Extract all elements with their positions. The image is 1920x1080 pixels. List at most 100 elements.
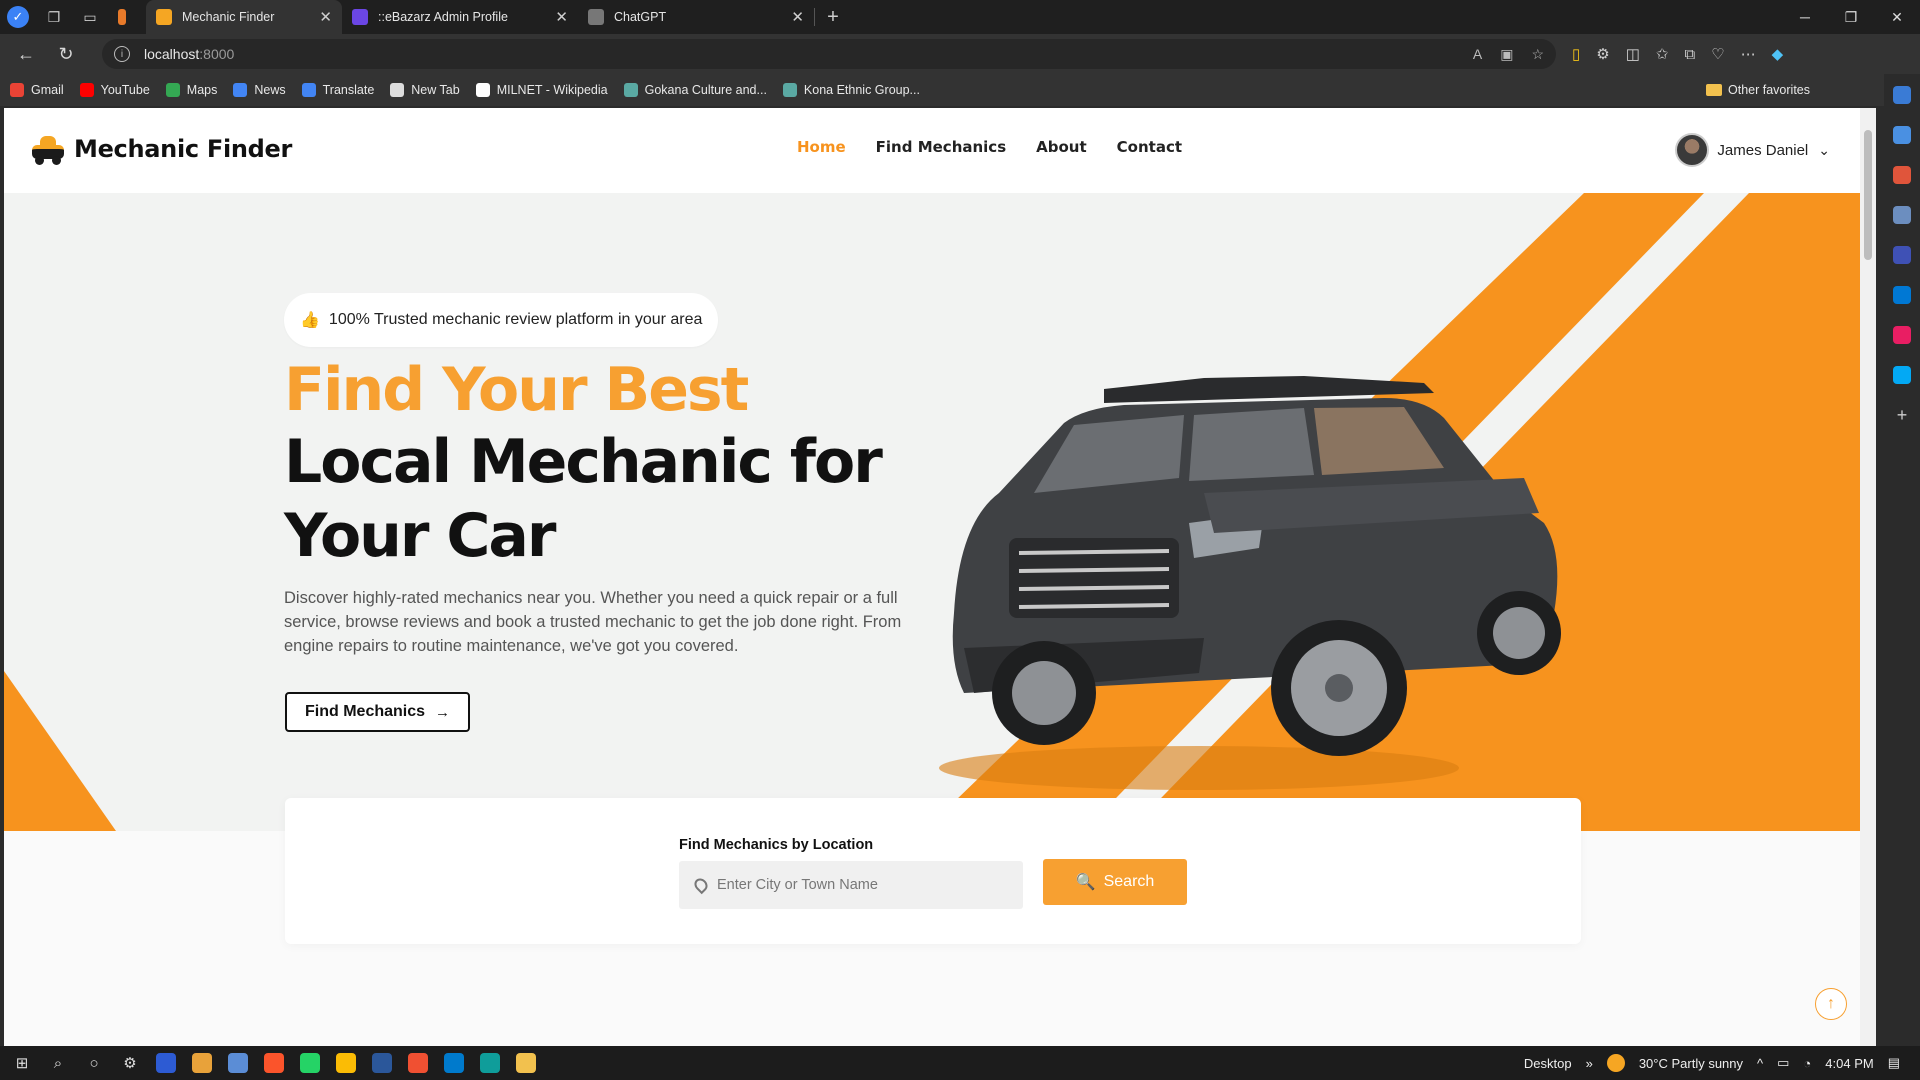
drop-icon[interactable] <box>1893 366 1911 384</box>
whatsapp-icon[interactable] <box>300 1053 320 1073</box>
location-search-card: Find Mechanics by Location 🔍 Search <box>285 798 1581 944</box>
close-tab-icon[interactable]: ✕ <box>555 8 568 26</box>
tools-icon[interactable] <box>1893 166 1911 184</box>
scrollbar-thumb[interactable] <box>1864 130 1872 260</box>
close-window-icon[interactable]: ✕ <box>1874 0 1920 34</box>
windows-start-icon[interactable]: ⊞ <box>8 1049 36 1077</box>
bookmark-gokana[interactable]: Gokana Culture and... <box>623 83 767 97</box>
browser-essentials-icon[interactable]: ♡ <box>1711 45 1724 63</box>
nav-find-mechanics[interactable]: Find Mechanics <box>876 138 1006 156</box>
wifi-icon[interactable]: ◔ <box>1803 1056 1811 1071</box>
site-logo[interactable]: Mechanic Finder <box>30 132 292 166</box>
tab-actions-icon[interactable]: ▭ <box>72 0 108 34</box>
bookmark-label: Kona Ethnic Group... <box>803 83 920 97</box>
split-screen-icon[interactable]: ◫ <box>1626 45 1640 63</box>
clock[interactable]: 4:04 PM <box>1825 1056 1873 1071</box>
trust-badge-text: 100% Trusted mechanic review platform in… <box>328 311 703 328</box>
nav-about[interactable]: About <box>1036 138 1087 156</box>
read-aloud-icon[interactable]: A <box>1473 46 1482 62</box>
translate-icon <box>301 83 316 97</box>
tab-pinned[interactable] <box>108 0 146 34</box>
notifications-icon[interactable]: ▤ <box>1888 1055 1900 1071</box>
favorite-star-icon[interactable]: ☆ <box>1531 46 1544 63</box>
bookmark-youtube[interactable]: YouTube <box>79 83 150 97</box>
bookmark-news[interactable]: News <box>233 83 286 97</box>
immersive-reader-icon[interactable]: ▣ <box>1500 46 1513 63</box>
url-field[interactable]: i localhost:8000 A ▣ ☆ <box>102 39 1556 69</box>
tray-expand-icon[interactable]: ^ <box>1757 1056 1763 1071</box>
search-label: Find Mechanics by Location <box>679 837 874 853</box>
location-search-field[interactable] <box>679 861 1023 909</box>
search-icon[interactable] <box>1893 86 1911 104</box>
cortana-icon[interactable]: ○ <box>80 1049 108 1077</box>
nav-contact[interactable]: Contact <box>1117 138 1182 156</box>
find-mechanics-button[interactable]: Find Mechanics → <box>285 692 471 732</box>
folder-icon <box>1706 84 1723 96</box>
search-icon[interactable]: ⌕ <box>44 1049 72 1077</box>
bookmark-gmail[interactable]: Gmail <box>10 83 64 97</box>
app-icon[interactable] <box>228 1053 248 1073</box>
other-favorites[interactable]: Other favorites <box>1706 74 1810 106</box>
extension-icon[interactable]: ▯ <box>1572 45 1580 63</box>
tab-ebazarz-admin[interactable]: ::eBazarz Admin Profile ✕ <box>342 0 578 34</box>
copilot-sidebar-icon[interactable] <box>1893 246 1911 264</box>
add-sidebar-app-icon[interactable]: + <box>1893 406 1911 424</box>
favorites-icon[interactable]: ✩ <box>1656 45 1669 63</box>
copilot-icon[interactable]: ◆ <box>1772 45 1784 63</box>
desktop-label[interactable]: Desktop <box>1524 1056 1572 1071</box>
bookmark-milnet[interactable]: MILNET - Wikipedia <box>475 83 608 97</box>
maps-icon <box>165 83 180 97</box>
more-menu-icon[interactable]: ⋯ <box>1741 45 1756 63</box>
workspaces-icon[interactable]: ❐ <box>36 0 72 34</box>
new-tab-button[interactable]: + <box>815 0 851 34</box>
settings-icon[interactable]: ⚙ <box>116 1049 144 1077</box>
minimize-icon[interactable]: ─ <box>1782 0 1828 34</box>
games-icon[interactable] <box>1893 206 1911 224</box>
chevron-right-icon[interactable]: » <box>1586 1056 1593 1071</box>
app-icon[interactable] <box>156 1053 176 1073</box>
bookmark-kona[interactable]: Kona Ethnic Group... <box>782 83 920 97</box>
bookmark-label: MILNET - Wikipedia <box>496 83 608 97</box>
tab-chatgpt[interactable]: ChatGPT ✕ <box>578 0 814 34</box>
search-button[interactable]: 🔍 Search <box>1043 859 1187 905</box>
collections-icon[interactable]: ⧉ <box>1684 46 1695 63</box>
bookmark-label: Translate <box>322 83 375 97</box>
page-scrollbar[interactable] <box>1860 108 1876 1046</box>
close-tab-icon[interactable]: ✕ <box>791 8 804 26</box>
bookmark-label: New Tab <box>411 83 460 97</box>
designer-icon[interactable] <box>1893 326 1911 344</box>
word-icon[interactable] <box>372 1053 392 1073</box>
location-pin-icon <box>691 875 711 895</box>
bookmark-maps[interactable]: Maps <box>165 83 217 97</box>
outlook-icon[interactable] <box>1893 286 1911 304</box>
close-tab-icon[interactable]: ✕ <box>319 8 332 26</box>
back-icon[interactable]: ← <box>6 34 46 74</box>
bookmark-new-tab[interactable]: New Tab <box>390 83 460 97</box>
extensions-icon[interactable]: ⚙ <box>1596 45 1609 63</box>
profile-button[interactable]: ✓ <box>0 0 36 34</box>
back-to-top-button[interactable]: ↑ <box>1815 988 1847 1020</box>
weather-text[interactable]: 30°C Partly sunny <box>1639 1056 1743 1071</box>
other-favorites-label: Other favorites <box>1728 83 1810 97</box>
user-menu[interactable]: James Daniel ⌄ <box>1675 133 1830 167</box>
restore-icon[interactable]: ❐ <box>1828 0 1874 34</box>
shopping-icon[interactable] <box>1893 126 1911 144</box>
file-explorer-icon[interactable] <box>516 1053 536 1073</box>
location-search-input[interactable] <box>717 877 997 893</box>
bookmark-translate[interactable]: Translate <box>301 83 375 97</box>
bookmark-label: YouTube <box>100 83 150 97</box>
site-info-icon[interactable]: i <box>114 46 130 62</box>
refresh-icon[interactable]: ↻ <box>46 34 86 74</box>
git-icon[interactable] <box>408 1053 428 1073</box>
ebazarz-favicon <box>352 9 368 25</box>
edge-icon[interactable] <box>480 1053 500 1073</box>
vscode-icon[interactable] <box>444 1053 464 1073</box>
trust-badge: 👍 100% Trusted mechanic review platform … <box>284 293 719 347</box>
nav-home[interactable]: Home <box>797 138 846 156</box>
brave-icon[interactable] <box>264 1053 284 1073</box>
battery-icon[interactable]: ▭ <box>1777 1055 1789 1071</box>
bookmark-label: Gmail <box>31 83 64 97</box>
app-icon[interactable] <box>192 1053 212 1073</box>
tab-mechanic-finder[interactable]: Mechanic Finder ✕ <box>146 0 342 34</box>
chrome-icon[interactable] <box>336 1053 356 1073</box>
